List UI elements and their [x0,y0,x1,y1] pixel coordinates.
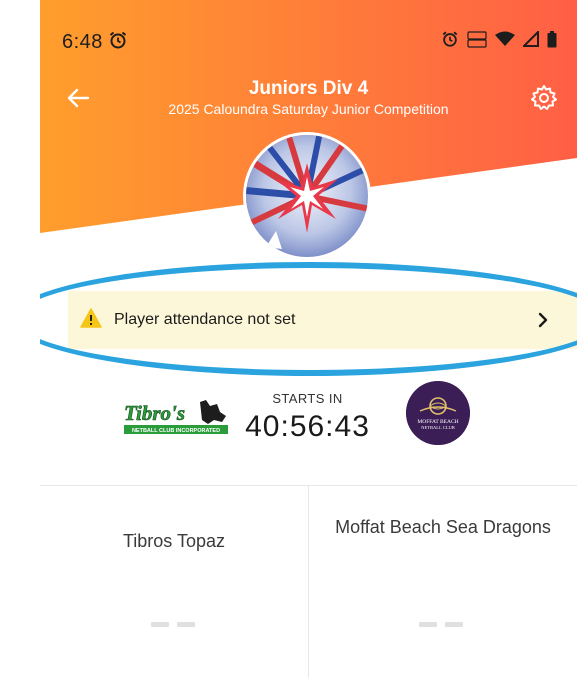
alert-text: Player attendance not set [114,311,296,328]
signal-icon [521,29,539,52]
app-screen: 6:48 Juniors Div 4 2025 Caloundra Saturd… [40,0,577,678]
home-logo-text: Tibro's [124,401,185,425]
gear-icon [531,85,557,110]
home-team-score-placeholder [151,622,195,627]
back-button[interactable] [64,84,92,112]
settings-button[interactable] [529,83,559,113]
arrow-left-icon [67,88,90,108]
status-time: 6:48 [62,31,103,53]
home-team-logo: Tibro's NETBALL CLUB INCORPORATED [122,398,230,438]
away-team-logo: MOFFAT BEACH NETBALL CLUB [406,381,470,445]
warning-icon [80,307,102,333]
page-title: Juniors Div 4 [248,78,369,99]
status-icons [441,29,557,53]
away-logo-subtext: NETBALL CLUB [421,425,454,430]
volte-icon [467,30,487,53]
home-team-name[interactable]: Tibros Topaz [40,528,308,554]
away-team-name[interactable]: Moffat Beach Sea Dragons [309,514,577,540]
status-bar: 6:48 [40,0,577,80]
countdown-timer: 40:56:43 [245,410,370,443]
alarm-icon [441,30,459,53]
club-badge [243,132,371,260]
starts-in-label: STARTS IN [272,391,343,406]
attendance-alert[interactable]: Player attendance not set [68,291,577,349]
home-logo-subtext: NETBALL CLUB INCORPORATED [132,428,220,434]
chevron-right-icon [536,311,550,334]
battery-icon [547,30,557,53]
wifi-icon [495,31,515,52]
page-subtitle: 2025 Caloundra Saturday Junior Competiti… [168,101,449,117]
away-team-score-placeholder [419,622,463,627]
alarm-icon [108,30,128,55]
